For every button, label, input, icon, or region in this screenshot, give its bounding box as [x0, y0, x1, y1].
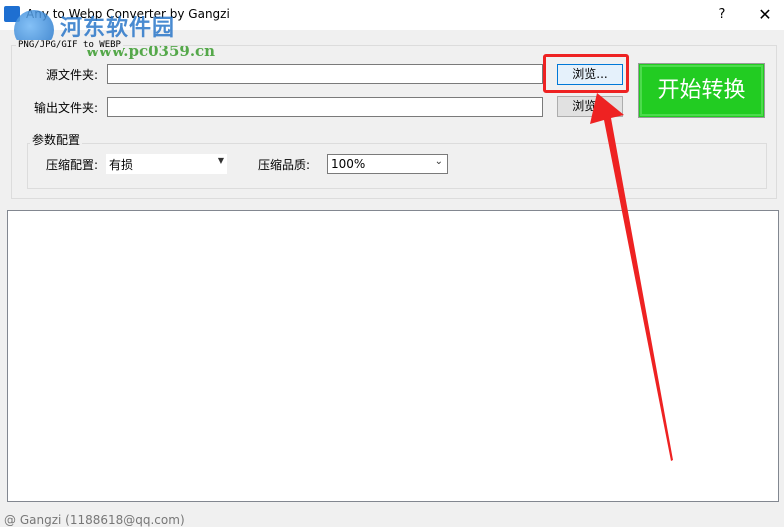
source-folder-label: 源文件夹:: [46, 68, 99, 82]
quality-select[interactable]: 100% ⌄: [327, 154, 448, 174]
app-icon: [4, 6, 20, 22]
log-output-area[interactable]: [7, 210, 779, 502]
compress-mode-value: 有损: [109, 158, 134, 172]
output-folder-label: 输出文件夹:: [34, 101, 99, 115]
quality-value: 100%: [331, 157, 366, 171]
annotation-highlight-box: [543, 54, 629, 93]
compress-mode-label: 压缩配置:: [46, 158, 99, 172]
start-convert-button[interactable]: 开始转换: [638, 63, 765, 118]
quality-label: 压缩品质:: [258, 158, 311, 172]
conversion-group-legend: PNG/JPG/GIF to WEBP: [16, 40, 123, 50]
window-title: Any to Webp Converter by Gangzi: [26, 7, 230, 21]
source-folder-input[interactable]: [107, 64, 543, 84]
params-group-legend: 参数配置: [30, 131, 83, 148]
browse-output-button[interactable]: 浏览...: [557, 96, 623, 117]
close-button[interactable]: ✕: [746, 0, 784, 30]
title-bar: Any to Webp Converter by Gangzi ? ✕: [0, 0, 784, 30]
dropdown-arrow-icon: ▼: [217, 156, 224, 165]
status-text: @ Gangzi (1188618@qq.com): [4, 513, 185, 527]
compress-mode-select[interactable]: 有损 ▼: [106, 154, 227, 174]
output-folder-input[interactable]: [107, 97, 543, 117]
chevron-down-icon: ⌄: [434, 156, 443, 167]
help-button[interactable]: ?: [708, 0, 736, 30]
